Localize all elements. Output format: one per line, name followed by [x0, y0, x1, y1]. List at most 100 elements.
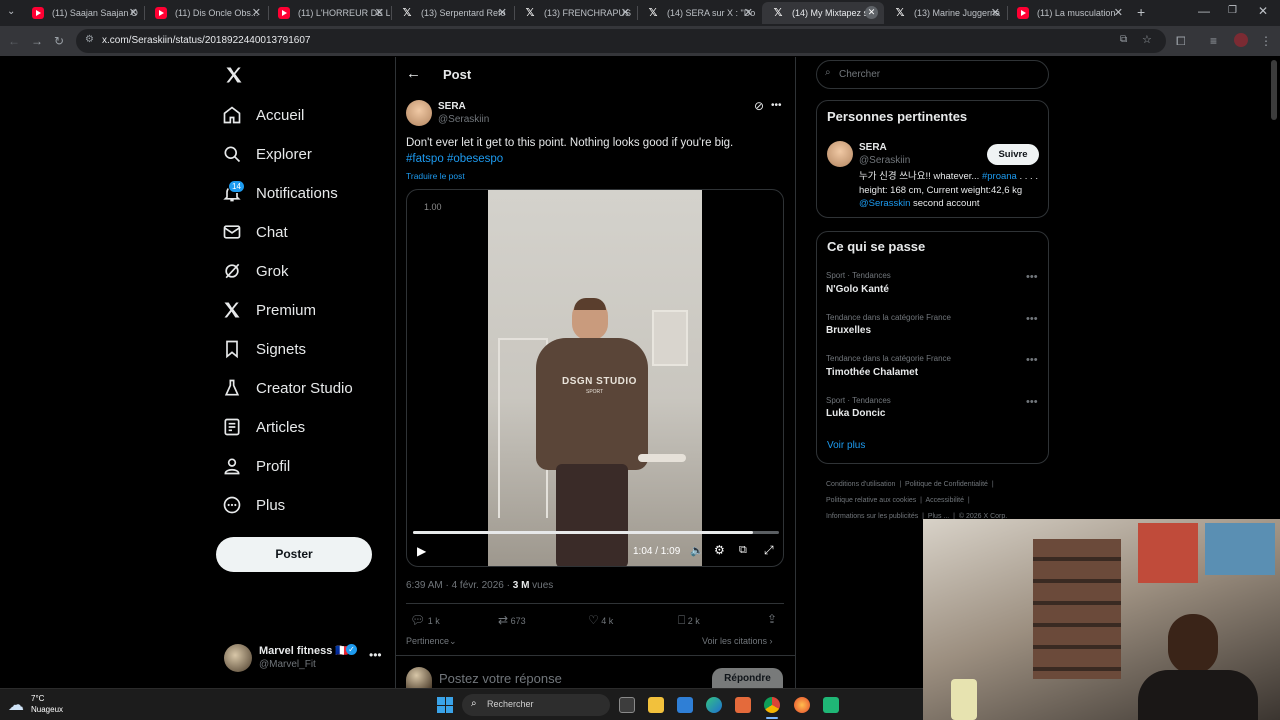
- more-dots-icon[interactable]: •••: [369, 648, 382, 662]
- back-icon[interactable]: ←: [8, 34, 20, 48]
- nav-item-chat[interactable]: Chat: [222, 217, 288, 247]
- browser-tab[interactable]: (11) Dis Oncle Obs... ✕: [145, 2, 267, 24]
- trend-name[interactable]: Luka Doncic: [826, 408, 885, 419]
- nav-item-grok[interactable]: Grok: [222, 256, 289, 286]
- trend-more-icon[interactable]: •••: [1026, 396, 1038, 408]
- x-logo-icon[interactable]: [224, 65, 246, 87]
- search-box[interactable]: ⌕ Chercher: [816, 60, 1049, 89]
- relevant-handle[interactable]: @Seraskiin: [859, 155, 910, 166]
- follow-button[interactable]: Suivre: [987, 144, 1039, 165]
- hashtag-link[interactable]: #obesespo: [447, 153, 503, 165]
- nav-item-premium[interactable]: Premium: [222, 295, 316, 325]
- fullscreen-icon[interactable]: ⤢: [764, 543, 774, 558]
- browser-tab[interactable]: (11) La musculation ✕: [1007, 2, 1129, 24]
- close-tab-icon[interactable]: ✕: [744, 6, 753, 19]
- author-avatar[interactable]: [406, 100, 432, 126]
- close-tab-icon[interactable]: ✕: [129, 6, 138, 19]
- new-tab-icon[interactable]: +: [1137, 4, 1145, 20]
- trend-name[interactable]: Bruxelles: [826, 325, 871, 336]
- nav-item-profil[interactable]: Profil: [222, 451, 290, 481]
- browser-tab[interactable]: 𝕏 (13) FRENCHRAPUS ✕: [514, 2, 636, 24]
- close-tab-icon[interactable]: ✕: [991, 6, 1000, 19]
- close-tab-icon[interactable]: ✕: [252, 6, 261, 19]
- author-name[interactable]: SERA: [438, 101, 466, 112]
- back-arrow-icon[interactable]: ←: [406, 65, 421, 82]
- address-bar[interactable]: ⚙ x.com/Seraskiin/status/201892244001379…: [76, 29, 1166, 53]
- footer-link[interactable]: Accessibilité: [926, 497, 965, 504]
- game-app-icon[interactable]: [823, 697, 839, 713]
- post-button[interactable]: Poster: [216, 537, 372, 572]
- close-tab-icon[interactable]: ✕: [498, 6, 507, 19]
- start-button[interactable]: [437, 697, 453, 713]
- trend-more-icon[interactable]: •••: [1026, 354, 1038, 366]
- bookmark-star-icon[interactable]: ☆: [1142, 33, 1152, 46]
- microsoft-store-icon[interactable]: [677, 697, 693, 713]
- weather-widget[interactable]: ☁ 7°C Nuageux: [8, 693, 88, 717]
- page-scrollbar[interactable]: [1271, 60, 1277, 120]
- close-tab-icon[interactable]: ✕: [865, 6, 878, 19]
- file-explorer-icon[interactable]: [648, 697, 664, 713]
- footer-link[interactable]: Politique relative aux cookies: [826, 497, 916, 504]
- nav-item-plus[interactable]: Plus: [222, 490, 285, 520]
- trend-more-icon[interactable]: •••: [1026, 313, 1038, 325]
- store-bag-icon[interactable]: [735, 697, 751, 713]
- chrome-icon[interactable]: [764, 697, 780, 713]
- play-icon[interactable]: ▶: [417, 544, 426, 558]
- close-tab-icon[interactable]: ✕: [621, 6, 630, 19]
- reply-sort-dropdown[interactable]: Pertinence⌄: [406, 636, 457, 647]
- picture-in-picture-icon[interactable]: ⧉: [739, 544, 747, 557]
- reading-list-icon[interactable]: ≡: [1210, 34, 1217, 48]
- bookmark-action[interactable]: ⎕ 2 k: [678, 613, 700, 628]
- firefox-icon[interactable]: [794, 697, 810, 713]
- browser-tab[interactable]: 𝕏 (13) Serpentard Refo ✕: [391, 2, 513, 24]
- nav-item-signets[interactable]: Signets: [222, 334, 306, 364]
- task-view-icon[interactable]: [619, 697, 635, 713]
- footer-link[interactable]: Politique de Confidentialité: [905, 481, 988, 488]
- reply-input[interactable]: Postez votre réponse: [439, 671, 562, 686]
- bio-mention-link[interactable]: @Serasskin: [859, 198, 910, 209]
- browser-menu-icon[interactable]: ⋮: [1260, 34, 1272, 48]
- see-more-link[interactable]: Voir plus: [827, 440, 865, 451]
- grok-explain-icon[interactable]: ⊘: [754, 99, 764, 113]
- site-settings-icon[interactable]: ⚙: [85, 34, 94, 45]
- footer-link[interactable]: Informations sur les publicités: [826, 513, 918, 520]
- profile-avatar-icon[interactable]: [1234, 33, 1248, 47]
- footer-link[interactable]: Conditions d'utilisation: [826, 481, 895, 488]
- forward-icon[interactable]: →: [31, 34, 43, 48]
- view-quotes-link[interactable]: Voir les citations ›: [702, 636, 773, 646]
- restore-window-icon[interactable]: ❐: [1228, 5, 1237, 16]
- video-player[interactable]: 1.00 DSGN STUDIO SPORT ▶ 1:04 / 1:09 🔈 ⚙…: [406, 189, 784, 567]
- relevant-avatar[interactable]: [827, 141, 853, 167]
- author-handle[interactable]: @Seraskiin: [438, 114, 489, 125]
- repost-action[interactable]: ⇄ 673: [498, 613, 526, 627]
- taskbar-search-box[interactable]: ⌕ Rechercher: [462, 694, 610, 716]
- browser-tab[interactable]: (11) Saajan Saajan O ✕: [22, 2, 144, 24]
- nav-item-explorer[interactable]: Explorer: [222, 139, 312, 169]
- edge-icon[interactable]: [706, 697, 722, 713]
- browser-tab[interactable]: (11) L'HORREUR DE L ✕: [268, 2, 390, 24]
- reload-icon[interactable]: ↻: [54, 34, 64, 48]
- minimize-window-icon[interactable]: —: [1198, 4, 1210, 18]
- like-action[interactable]: ♡ 4 k: [588, 613, 613, 627]
- close-tab-icon[interactable]: ✕: [375, 6, 384, 19]
- share-icon[interactable]: ⇪: [767, 612, 777, 626]
- translate-post-link[interactable]: Traduire le post: [406, 171, 465, 181]
- account-switcher[interactable]: Marvel fitness 🇫🇷 ✓ @Marvel_Fit •••: [222, 640, 387, 676]
- video-progress-track[interactable]: [413, 531, 779, 534]
- bio-hashtag-link[interactable]: #proana: [982, 171, 1017, 182]
- browser-tab-active[interactable]: 𝕏 (14) My Mixtapez sur ✕: [762, 2, 884, 24]
- hashtag-link[interactable]: #fatspo: [406, 153, 444, 165]
- trend-name[interactable]: N'Golo Kanté: [826, 284, 889, 295]
- nav-item-creator-studio[interactable]: Creator Studio: [222, 373, 353, 403]
- close-tab-icon[interactable]: ✕: [1114, 6, 1123, 19]
- close-window-icon[interactable]: ✕: [1258, 4, 1268, 18]
- install-app-icon[interactable]: ⧉: [1120, 34, 1127, 45]
- volume-icon[interactable]: 🔈: [690, 544, 704, 557]
- reply-action[interactable]: 💬︎ 1 k: [410, 613, 440, 627]
- reply-button[interactable]: Répondre: [712, 668, 783, 688]
- trend-more-icon[interactable]: •••: [1026, 271, 1038, 283]
- browser-tab[interactable]: 𝕏 (13) Marine Juggerna ✕: [884, 2, 1006, 24]
- browser-tab[interactable]: 𝕏 (14) SERA sur X : "Do ✕: [637, 2, 759, 24]
- tab-list-chevron-icon[interactable]: ⌄: [7, 6, 15, 17]
- relevant-name[interactable]: SERA: [859, 142, 887, 153]
